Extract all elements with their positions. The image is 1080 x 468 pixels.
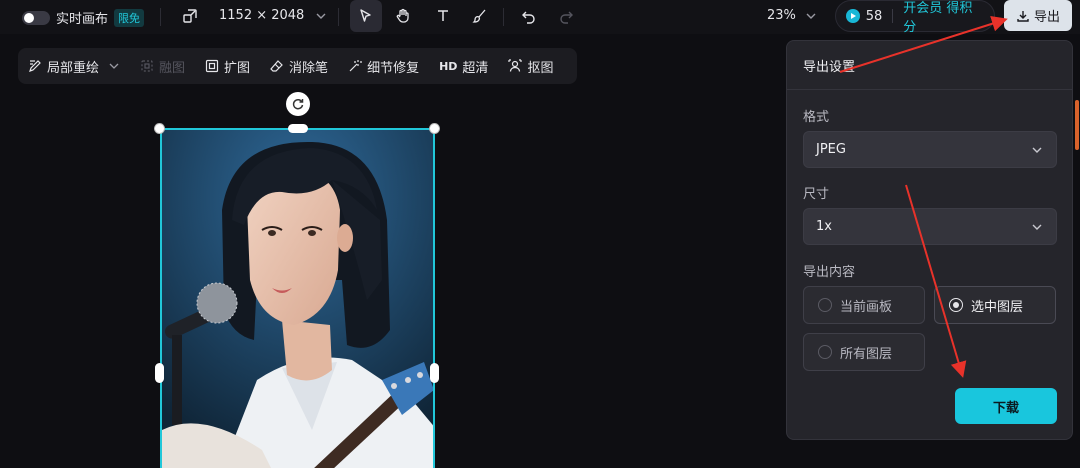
expand-tool[interactable]: 扩图 bbox=[205, 57, 250, 76]
option-all-layers[interactable]: 所有图层 bbox=[803, 333, 925, 371]
brush-tool-icon[interactable] bbox=[464, 0, 496, 32]
detail-fix-label: 细节修复 bbox=[367, 60, 420, 76]
resize-handle-top[interactable] bbox=[288, 124, 308, 133]
undo-icon[interactable] bbox=[513, 0, 545, 32]
rotate-handle[interactable] bbox=[286, 92, 310, 116]
rotate-icon bbox=[292, 98, 304, 110]
canvas-size-dropdown[interactable]: 1152 × 2048 bbox=[219, 8, 328, 23]
inpaint-label: 局部重绘 bbox=[47, 60, 100, 76]
eraser-icon bbox=[270, 60, 283, 72]
export-label: 导出 bbox=[1033, 10, 1060, 25]
vip-link[interactable]: 开会员 得积分 bbox=[903, 0, 984, 35]
panel-title: 导出设置 bbox=[803, 60, 856, 75]
hand-tool-icon[interactable] bbox=[387, 0, 419, 32]
realtime-canvas-toggle[interactable]: 实时画布 限免 bbox=[22, 8, 145, 27]
resize-canvas-icon[interactable] bbox=[174, 0, 206, 32]
chevron-down-icon bbox=[1032, 147, 1042, 153]
radio-icon bbox=[818, 345, 832, 359]
format-select[interactable]: JPEG bbox=[803, 131, 1057, 168]
cutout-label: 抠图 bbox=[527, 60, 554, 76]
option-label: 选中图层 bbox=[971, 299, 1024, 315]
expand-icon bbox=[205, 59, 219, 73]
redo-icon[interactable] bbox=[550, 0, 582, 32]
resize-handle-right[interactable] bbox=[430, 363, 439, 383]
format-value: JPEG bbox=[816, 142, 846, 157]
expand-label: 扩图 bbox=[224, 60, 251, 76]
selected-image-layer[interactable] bbox=[160, 128, 435, 468]
resize-handle-left[interactable] bbox=[155, 363, 164, 383]
export-settings-panel: 导出设置 格式 JPEG 尺寸 1x 导出内容 当前画板 选中图层 所有图层 下… bbox=[786, 40, 1073, 440]
option-selected-layer[interactable]: 选中图层 bbox=[934, 286, 1056, 324]
select-tool-icon[interactable] bbox=[350, 0, 382, 32]
export-content-label: 导出内容 bbox=[803, 265, 856, 280]
chevron-down-icon bbox=[806, 13, 816, 19]
cutout-tool[interactable]: 抠图 bbox=[508, 57, 553, 76]
scrollbar-thumb[interactable] bbox=[1075, 100, 1079, 150]
download-icon bbox=[1017, 10, 1029, 22]
radio-checked-icon bbox=[949, 298, 963, 312]
divider bbox=[503, 8, 504, 26]
size-select[interactable]: 1x bbox=[803, 208, 1057, 245]
resize-handle-top-right[interactable] bbox=[429, 123, 440, 134]
divider bbox=[787, 89, 1072, 90]
points-membership-pill[interactable]: 58 开会员 得积分 bbox=[835, 0, 995, 35]
toggle-switch[interactable] bbox=[22, 10, 50, 25]
limited-free-badge: 限免 bbox=[114, 8, 145, 27]
blend-label: 融图 bbox=[159, 60, 186, 76]
hd-icon: HD bbox=[439, 59, 458, 73]
option-label: 当前画板 bbox=[840, 299, 893, 315]
chevron-down-icon bbox=[316, 13, 326, 19]
canvas-size-value: 1152 × 2048 bbox=[219, 8, 305, 23]
radio-icon bbox=[818, 298, 832, 312]
cutout-icon bbox=[508, 59, 523, 72]
size-value: 1x bbox=[816, 219, 832, 234]
eraser-label: 消除笔 bbox=[289, 60, 329, 76]
chevron-down-icon bbox=[1032, 224, 1042, 230]
blend-icon bbox=[141, 60, 153, 72]
portrait-photo bbox=[162, 130, 433, 468]
divider bbox=[892, 9, 894, 23]
eraser-tool[interactable]: 消除笔 bbox=[270, 57, 328, 76]
option-label: 所有图层 bbox=[840, 346, 893, 362]
magic-wand-icon bbox=[349, 60, 363, 72]
chevron-down-icon bbox=[109, 63, 119, 69]
inpaint-icon bbox=[29, 60, 41, 72]
detail-fix-tool[interactable]: 细节修复 bbox=[348, 57, 419, 76]
upscale-label: 超清 bbox=[462, 60, 489, 76]
format-label: 格式 bbox=[803, 110, 830, 125]
top-toolbar: 实时画布 限免 1152 × 2048 23% 58 开会员 得积分 导出 bbox=[0, 0, 1080, 35]
points-count: 58 bbox=[865, 8, 883, 24]
points-coin-icon bbox=[846, 9, 860, 23]
realtime-canvas-label: 实时画布 bbox=[56, 12, 109, 27]
text-tool-icon[interactable] bbox=[427, 0, 459, 32]
option-current-artboard[interactable]: 当前画板 bbox=[803, 286, 925, 324]
export-button[interactable]: 导出 bbox=[1004, 0, 1072, 31]
zoom-dropdown[interactable]: 23% bbox=[767, 8, 818, 23]
divider bbox=[160, 8, 161, 26]
blend-tool[interactable]: 融图 bbox=[140, 57, 185, 76]
inpaint-tool[interactable]: 局部重绘 bbox=[28, 57, 120, 76]
edit-tools-bar: 局部重绘 融图 扩图 消除笔 细节修复 HD 超清 抠图 bbox=[18, 48, 577, 84]
zoom-value: 23% bbox=[767, 8, 796, 23]
upscale-tool[interactable]: HD 超清 bbox=[439, 57, 488, 76]
divider bbox=[338, 8, 339, 26]
download-button[interactable]: 下载 bbox=[955, 388, 1057, 424]
size-label: 尺寸 bbox=[803, 187, 830, 202]
resize-handle-top-left[interactable] bbox=[154, 123, 165, 134]
